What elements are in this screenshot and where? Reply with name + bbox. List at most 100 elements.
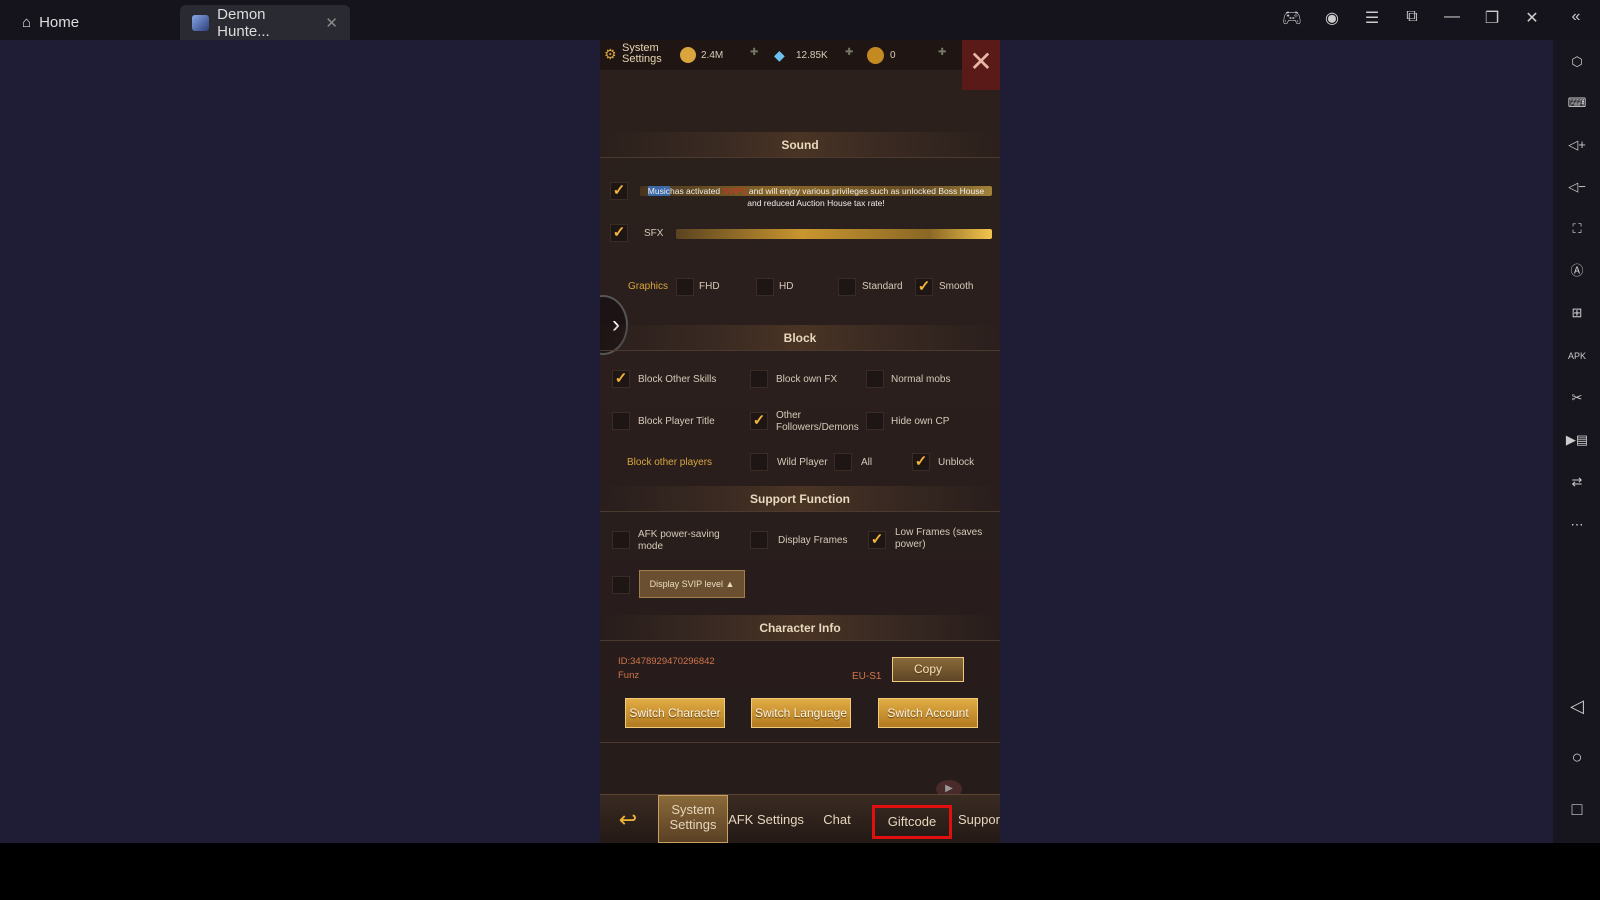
tab-label: Demon Hunte... [217, 5, 270, 40]
panel-title: System Settings [622, 42, 662, 65]
wild-player-label: Wild Player [777, 457, 828, 468]
hd-checkbox[interactable] [756, 278, 774, 296]
smooth-checkbox[interactable]: ✓ [915, 278, 933, 296]
display-frames-label: Display Frames [778, 535, 848, 546]
switch-character-button[interactable]: Switch Character [625, 698, 725, 728]
keyboard-icon[interactable]: ⌨ [1565, 93, 1589, 113]
normal-mobs-label: Normal mobs [891, 374, 951, 385]
switch-account-button[interactable]: Switch Account [878, 698, 978, 728]
gold-amount: 2.4M [701, 50, 724, 61]
copy-button[interactable]: Copy [892, 657, 964, 682]
add-gold-icon[interactable]: ✚ [750, 47, 758, 58]
other-followers-label: Other Followers/Demons [776, 410, 859, 433]
all-checkbox[interactable] [834, 453, 852, 471]
hide-own-cp-checkbox[interactable] [866, 412, 884, 430]
multi-instance-icon[interactable]: ⊞ [1565, 303, 1589, 323]
section-block: Block [600, 325, 1000, 351]
server-name: EU-S1 [852, 671, 882, 682]
volume-up-icon[interactable]: ◁+ [1565, 135, 1589, 155]
back-arrow-button[interactable]: ↩ [606, 803, 650, 837]
afk-power-saving-checkbox[interactable] [612, 531, 630, 549]
block-player-title-checkbox[interactable] [612, 412, 630, 430]
token-amount: 0 [890, 50, 896, 61]
block-own-fx-label: Block own FX [776, 374, 838, 385]
menu-icon[interactable]: ☰ [1360, 8, 1384, 28]
smooth-label: Smooth [939, 281, 974, 292]
home-icon: ⌂ [22, 14, 32, 31]
scissors-icon[interactable]: ✂ [1565, 388, 1589, 408]
svip-notice: Musichas activated SVIP1 and will enjoy … [647, 186, 985, 208]
svip-level-dropdown[interactable]: Display SVIP level ▲ [639, 570, 745, 598]
tab-system-settings[interactable]: System Settings [658, 795, 728, 843]
close-tab-icon[interactable]: ✕ [325, 14, 338, 32]
bottom-black-bar [0, 843, 1600, 900]
wild-player-checkbox[interactable] [750, 453, 768, 471]
sync-icon[interactable]: ⇄ [1565, 472, 1589, 492]
divider [600, 742, 1000, 743]
apk-install-icon[interactable]: APK [1565, 346, 1589, 366]
svip-level-checkbox[interactable] [612, 576, 630, 594]
section-support-function: Support Function [600, 486, 1000, 512]
add-token-icon[interactable]: ✚ [938, 47, 946, 58]
bottom-tab-bar: ↩ System Settings AFK Settings Chat Gift… [600, 794, 1000, 843]
screenshot-icon[interactable]: ⛶ [1565, 219, 1589, 239]
low-frames-checkbox[interactable]: ✓ [868, 531, 886, 549]
diamond-amount: 12.85K [796, 50, 828, 61]
hd-label: HD [779, 281, 794, 292]
block-other-skills-checkbox[interactable]: ✓ [612, 370, 630, 388]
switch-language-button[interactable]: Switch Language [751, 698, 851, 728]
token-icon [867, 47, 884, 64]
diamond-icon: ◆ [774, 47, 785, 63]
gamepad-icon[interactable]: 🎮︎ [1280, 8, 1304, 28]
settings-icon[interactable]: ⬡ [1565, 52, 1589, 72]
hide-own-cp-label: Hide own CP [891, 416, 950, 427]
recents-icon[interactable]: □ [1565, 799, 1589, 819]
add-diamond-icon[interactable]: ✚ [845, 47, 853, 58]
music-checkbox[interactable]: ✓ [610, 182, 628, 200]
game-settings-panel: ⚙ System Settings 2.4M ✚ ◆ 12.85K ✚ 0 ✚ ✕… [600, 40, 1000, 843]
close-icon[interactable]: ✕ [1520, 8, 1544, 28]
tab-label: Home [39, 14, 80, 31]
all-label: All [861, 457, 873, 468]
resize-icon[interactable]: ⧉ [1400, 8, 1424, 26]
unblock-checkbox[interactable]: ✓ [912, 453, 930, 471]
restore-icon[interactable]: ❐ [1480, 8, 1504, 28]
tab-home[interactable]: ⌂ Home [10, 5, 91, 40]
normal-mobs-checkbox[interactable] [866, 370, 884, 388]
block-own-fx-checkbox[interactable] [750, 370, 768, 388]
game-icon [192, 14, 210, 31]
back-icon[interactable]: ◁ [1565, 696, 1589, 716]
record-icon[interactable]: ▶▤ [1565, 430, 1589, 450]
afk-power-saving-label: AFK power-saving mode [638, 529, 720, 552]
minimize-icon[interactable]: — [1440, 8, 1464, 26]
tab-game[interactable]: Demon Hunte... ✕ [180, 5, 350, 40]
display-frames-checkbox[interactable] [750, 531, 768, 549]
sfx-volume-slider[interactable] [676, 229, 992, 239]
close-panel-button[interactable]: ✕ [962, 40, 1000, 90]
more-icon[interactable]: ⋯ [1565, 515, 1589, 535]
fhd-checkbox[interactable] [676, 278, 694, 296]
sfx-label: SFX [644, 228, 664, 239]
character-id: ID:3478929470296842 [618, 656, 715, 667]
caret-up-icon: ▲ [725, 579, 735, 589]
tab-support[interactable]: Suppor [958, 803, 1000, 837]
gold-coin-icon [680, 47, 696, 63]
collapse-icon[interactable]: « [1564, 8, 1588, 26]
title-bar: ⌂ Home Demon Hunte... ✕ 🎮︎ ◉ ☰ ⧉ — ❐ ✕ « [0, 0, 1600, 40]
home-circle-icon[interactable]: ○ [1565, 747, 1589, 767]
block-other-players-label: Block other players [627, 457, 713, 468]
standard-label: Standard [862, 281, 903, 292]
tab-afk-settings[interactable]: AFK Settings [728, 803, 804, 837]
emulator-sidebar: ⬡ ⌨ ◁+ ◁− ⛶ Ⓐ ⊞ APK ✂ ▶▤ ⇄ ⋯ ◁ ○ □ [1553, 40, 1600, 843]
volume-down-icon[interactable]: ◁− [1565, 177, 1589, 197]
auto-rotate-icon[interactable]: Ⓐ [1565, 261, 1589, 281]
other-followers-checkbox[interactable]: ✓ [750, 412, 768, 430]
section-sound: Sound [600, 132, 1000, 158]
account-icon[interactable]: ◉ [1320, 8, 1344, 28]
sfx-checkbox[interactable]: ✓ [610, 224, 628, 242]
block-other-skills-label: Block Other Skills [638, 374, 717, 385]
standard-checkbox[interactable] [838, 278, 856, 296]
low-frames-label: Low Frames (saves power) [895, 527, 983, 550]
tab-giftcode[interactable]: Giftcode [872, 805, 952, 839]
tab-chat[interactable]: Chat [804, 803, 870, 837]
